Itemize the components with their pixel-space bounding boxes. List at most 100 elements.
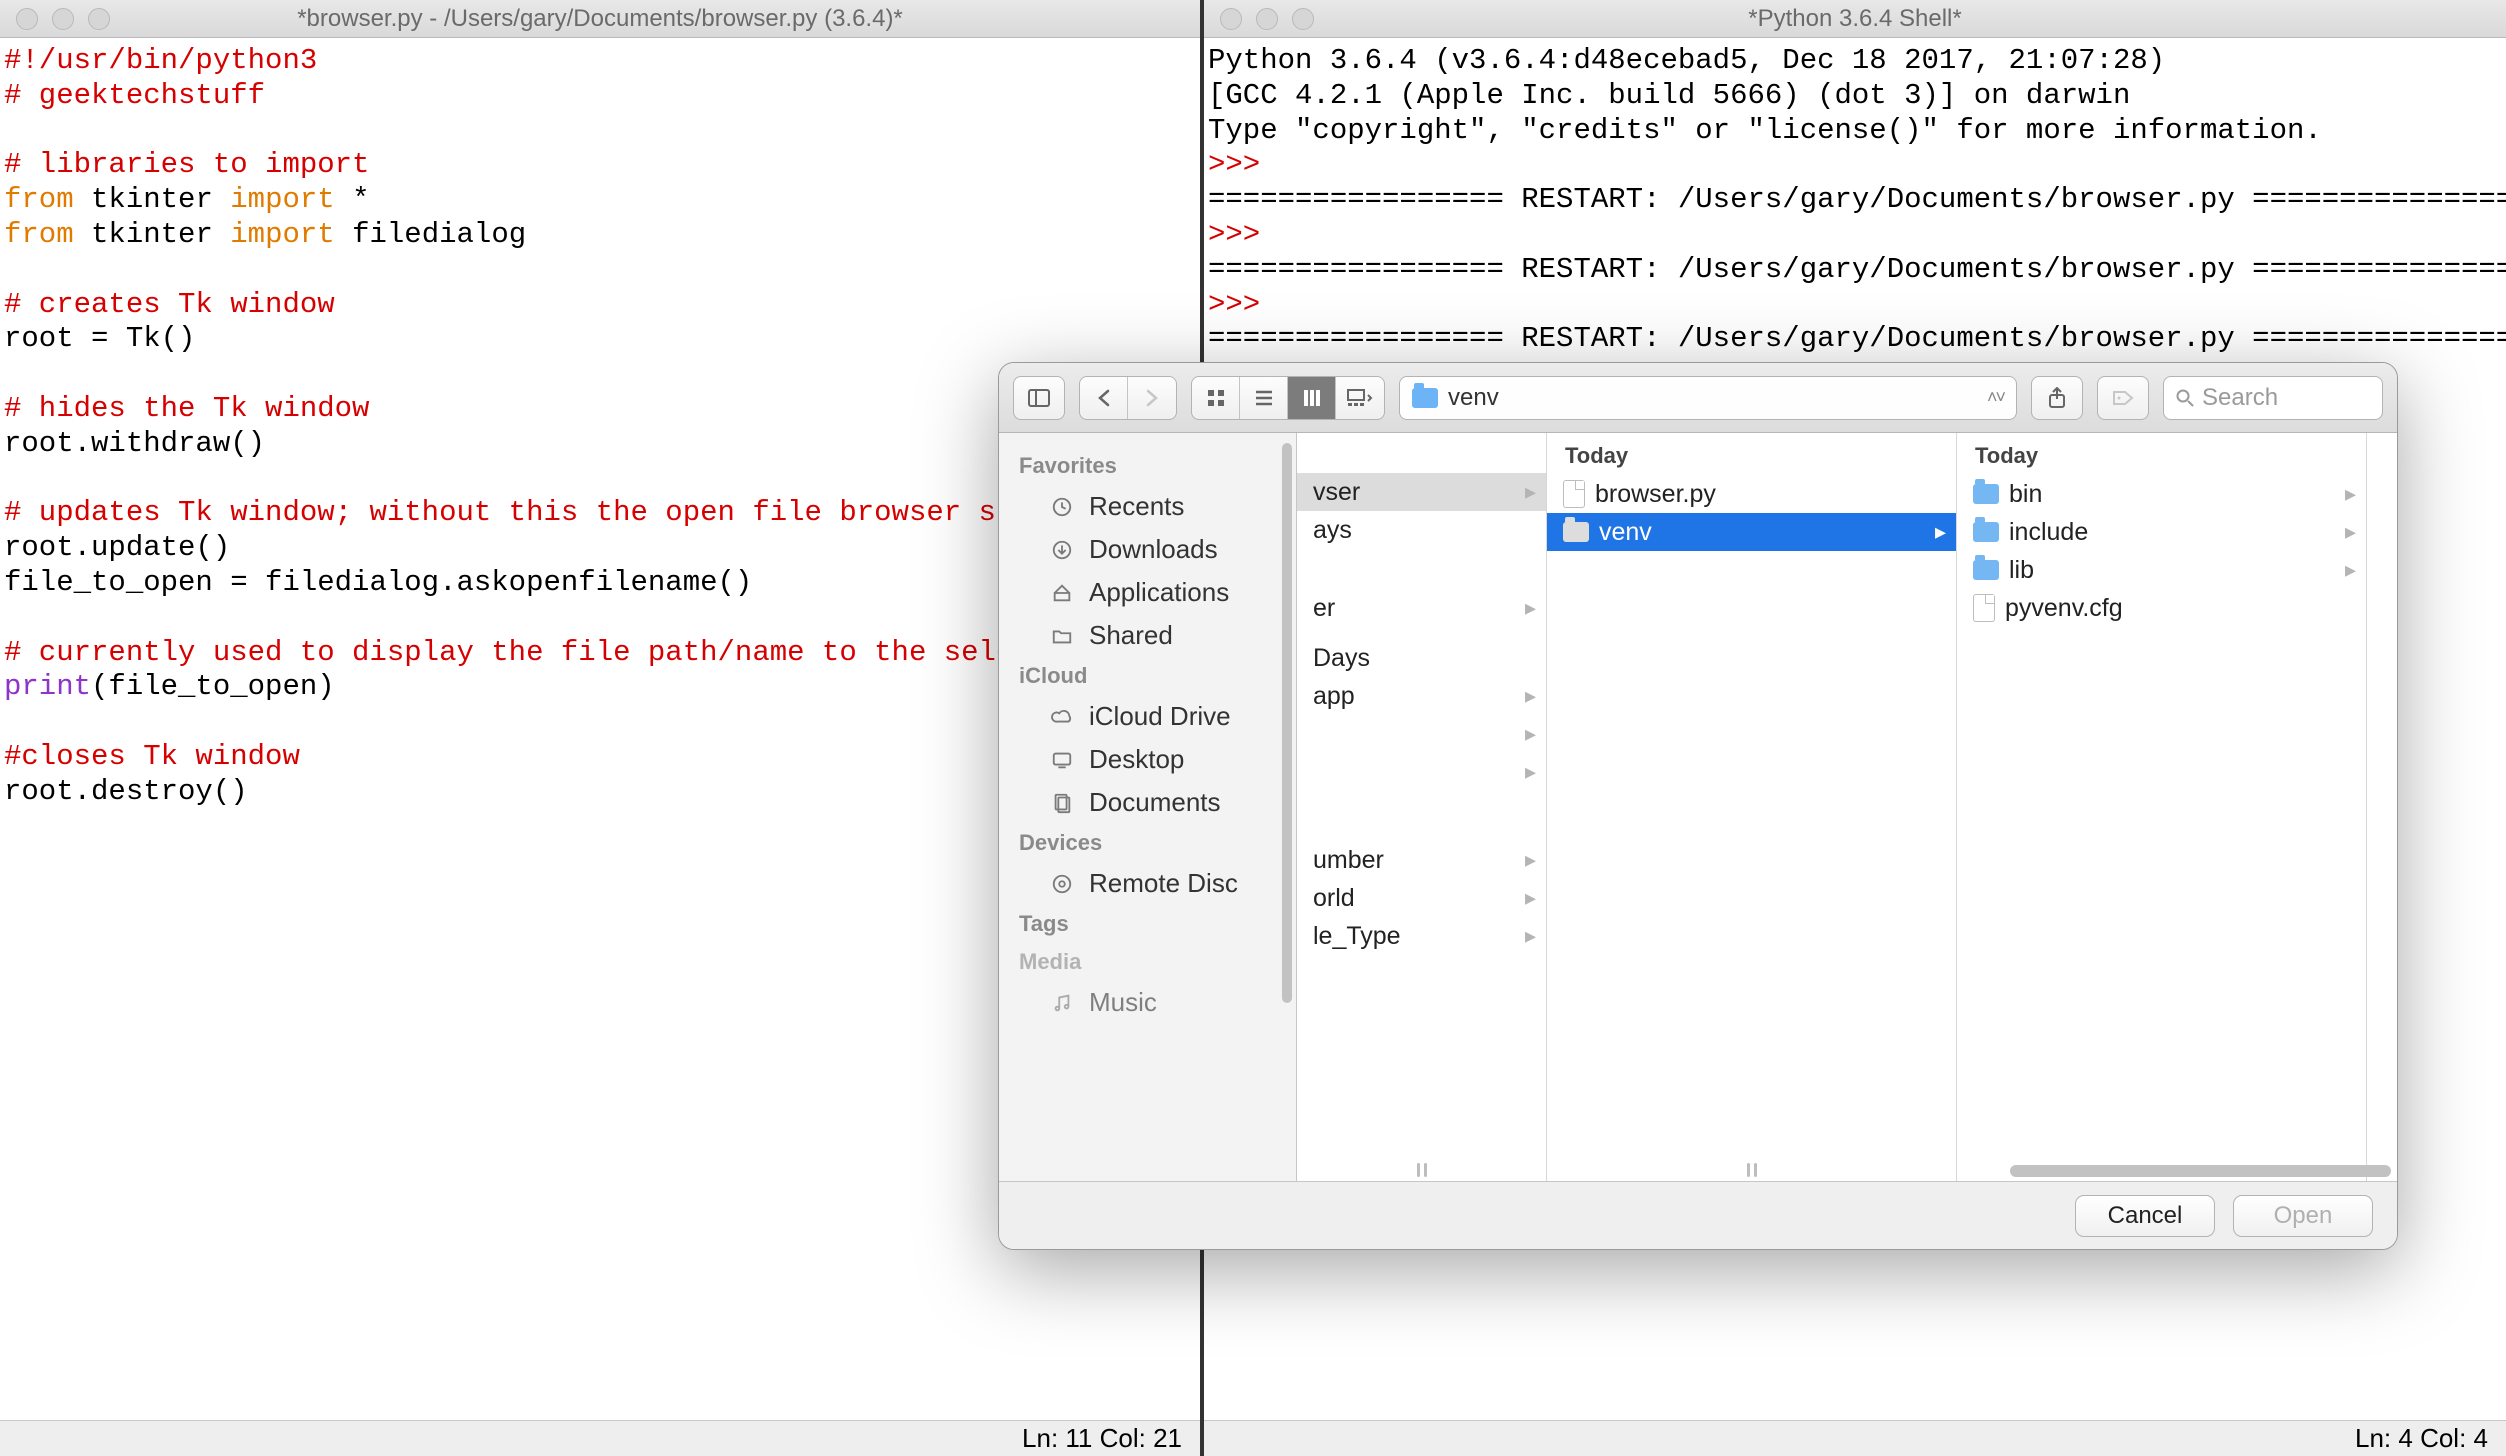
- chevron-right-icon: ▸: [1525, 923, 1536, 949]
- list-item[interactable]: bin▸: [1957, 475, 2366, 513]
- column-1[interactable]: vser▸ ays er▸ Days app▸ ▸ ▸ umber▸ orld▸…: [1297, 433, 1547, 1181]
- chevron-right-icon: [1145, 389, 1159, 407]
- dialog-body: Favorites Recents Downloads Applications…: [999, 433, 2397, 1181]
- chevron-right-icon: ▸: [1525, 721, 1536, 747]
- close-icon[interactable]: [1220, 8, 1242, 30]
- list-item[interactable]: include▸: [1957, 513, 2366, 551]
- documents-icon: [1047, 791, 1077, 815]
- sidebar-item-desktop[interactable]: Desktop: [1019, 738, 1276, 781]
- column-3[interactable]: Today bin▸ include▸ lib▸ pyvenv.cfg: [1957, 433, 2367, 1181]
- gallery-view-button[interactable]: [1336, 377, 1384, 419]
- minimize-icon[interactable]: [1256, 8, 1278, 30]
- zoom-icon[interactable]: [88, 8, 110, 30]
- list-item[interactable]: vser▸: [1297, 473, 1546, 511]
- sidebar-toggle-icon: [1028, 389, 1050, 407]
- search-input[interactable]: Search: [2163, 376, 2383, 420]
- editor-statusbar: Ln: 11 Col: 21: [0, 1420, 1200, 1456]
- chevron-right-icon: ▸: [1525, 885, 1536, 911]
- list-item[interactable]: Days: [1297, 639, 1546, 677]
- folder-icon: [1973, 522, 1999, 542]
- list-item[interactable]: er▸: [1297, 589, 1546, 627]
- list-item[interactable]: ays: [1297, 511, 1546, 549]
- sidebar-item-shared[interactable]: Shared: [1019, 614, 1276, 657]
- sidebar-item-recents[interactable]: Recents: [1019, 485, 1276, 528]
- search-icon: [2176, 389, 2194, 407]
- list-view-button[interactable]: [1240, 377, 1288, 419]
- shell-titlebar: *Python 3.6.4 Shell*: [1204, 0, 2506, 38]
- list-item[interactable]: lib▸: [1957, 551, 2366, 589]
- chevron-left-icon: [1097, 389, 1111, 407]
- close-icon[interactable]: [16, 8, 38, 30]
- path-dropdown[interactable]: venv ˄˅: [1399, 376, 2017, 420]
- list-item-browser-py[interactable]: browser.py: [1547, 475, 1956, 513]
- sidebar-item-icloud-drive[interactable]: iCloud Drive: [1019, 695, 1276, 738]
- sidebar-item-applications[interactable]: Applications: [1019, 571, 1276, 614]
- music-icon: [1047, 991, 1077, 1015]
- sidebar-item-music[interactable]: Music: [1019, 981, 1276, 1024]
- tags-button[interactable]: [2097, 376, 2149, 420]
- list-item[interactable]: ▸: [1297, 715, 1546, 753]
- list-item[interactable]: ▸: [1297, 753, 1546, 791]
- minimize-icon[interactable]: [52, 8, 74, 30]
- gallery-icon: [1347, 389, 1373, 407]
- sidebar-item-documents[interactable]: Documents: [1019, 781, 1276, 824]
- forward-button[interactable]: [1128, 377, 1176, 419]
- folder-icon: [1047, 624, 1077, 648]
- dialog-footer: Cancel Open: [999, 1181, 2397, 1249]
- horizontal-scrollbar[interactable]: [1597, 1163, 2391, 1179]
- list-item-venv[interactable]: venv ▸: [1547, 513, 1956, 551]
- open-button[interactable]: Open: [2233, 1195, 2373, 1237]
- dialog-toolbar: venv ˄˅ Search: [999, 363, 2397, 433]
- disc-icon: [1047, 872, 1077, 896]
- file-open-dialog: venv ˄˅ Search Favorites Recents: [998, 362, 2398, 1250]
- sidebar-item-downloads[interactable]: Downloads: [1019, 528, 1276, 571]
- zoom-icon[interactable]: [1292, 8, 1314, 30]
- list-item[interactable]: le_Type▸: [1297, 917, 1546, 955]
- chevron-right-icon: ▸: [2345, 519, 2356, 545]
- chevron-right-icon: ▸: [1525, 595, 1536, 621]
- sidebar-section-media: Media: [1019, 949, 1276, 975]
- column-header: Today: [1547, 433, 1956, 475]
- apps-icon: [1047, 581, 1077, 605]
- columns-icon: [1303, 389, 1321, 407]
- share-button[interactable]: [2031, 376, 2083, 420]
- sidebar-item-remote-disc[interactable]: Remote Disc: [1019, 862, 1276, 905]
- cancel-button[interactable]: Cancel: [2075, 1195, 2215, 1237]
- view-mode-segment: [1191, 376, 1385, 420]
- path-current-label: venv: [1448, 384, 1499, 412]
- folder-icon: [1973, 560, 1999, 580]
- folder-icon: [1563, 522, 1589, 542]
- sidebar-section-favorites: Favorites: [1019, 453, 1276, 479]
- share-icon: [2047, 387, 2067, 409]
- column-header: Today: [1957, 433, 2366, 475]
- tag-icon: [2111, 389, 2135, 407]
- column-resize-handle[interactable]: [1417, 1163, 1427, 1177]
- list-item[interactable]: umber▸: [1297, 841, 1546, 879]
- editor-title: *browser.py - /Users/gary/Documents/brow…: [0, 5, 1200, 33]
- column-view-button[interactable]: [1288, 377, 1336, 419]
- shell-statusbar: Ln: 4 Col: 4: [1204, 1420, 2506, 1456]
- grid-icon: [1207, 389, 1225, 407]
- icon-view-button[interactable]: [1192, 377, 1240, 419]
- folder-icon: [1973, 484, 1999, 504]
- sidebar-scrollbar[interactable]: [1282, 443, 1292, 1003]
- list-item[interactable]: pyvenv.cfg: [1957, 589, 2366, 627]
- cloud-icon: [1047, 705, 1077, 729]
- sidebar-section-devices: Devices: [1019, 830, 1276, 856]
- file-icon: [1973, 594, 1995, 622]
- list-icon: [1255, 389, 1273, 407]
- cursor-position: Ln: 4 Col: 4: [2355, 1423, 2488, 1454]
- dialog-sidebar[interactable]: Favorites Recents Downloads Applications…: [999, 433, 1297, 1181]
- chevron-right-icon: ▸: [1525, 847, 1536, 873]
- toggle-sidebar-button[interactable]: [1013, 376, 1065, 420]
- folder-icon: [1412, 388, 1438, 408]
- chevron-right-icon: ▸: [1935, 519, 1946, 545]
- column-2[interactable]: Today browser.py venv ▸: [1547, 433, 1957, 1181]
- desktop-icon: [1047, 748, 1077, 772]
- back-button[interactable]: [1080, 377, 1128, 419]
- chevron-right-icon: ▸: [2345, 557, 2356, 583]
- sidebar-section-tags: Tags: [1019, 911, 1276, 937]
- list-item[interactable]: app▸: [1297, 677, 1546, 715]
- list-item[interactable]: orld▸: [1297, 879, 1546, 917]
- sidebar-section-icloud: iCloud: [1019, 663, 1276, 689]
